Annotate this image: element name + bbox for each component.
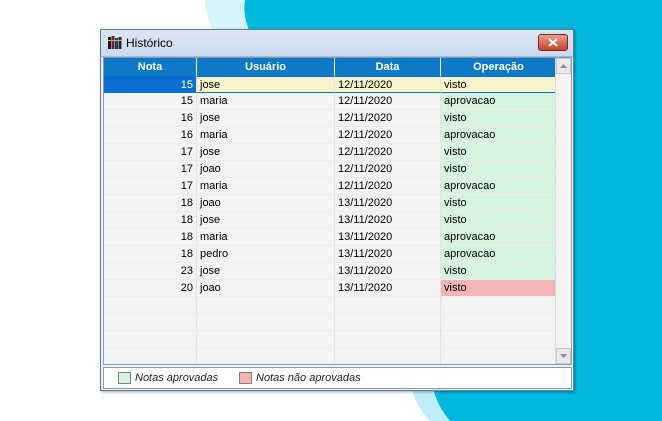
table-cell-operacao[interactable]: visto [441, 280, 557, 297]
table-cell-operacao[interactable]: aprovacao [441, 127, 557, 144]
empty-cell [197, 314, 335, 331]
table-cell-operacao[interactable]: visto [441, 263, 557, 280]
table-cell-operacao[interactable]: visto [441, 144, 557, 161]
table-cell-usuario[interactable]: jose [197, 212, 335, 229]
empty-cell [441, 314, 557, 331]
header-col-operacao[interactable]: Operação [441, 58, 557, 76]
table-cell-data[interactable]: 13/11/2020 [335, 246, 441, 263]
table-cell-operacao[interactable]: aprovacao [441, 246, 557, 263]
table-cell-usuario[interactable]: jose [197, 110, 335, 127]
scroll-down-button[interactable] [556, 348, 571, 364]
table-cell-usuario[interactable]: jose [197, 76, 335, 93]
table-cell-operacao[interactable]: visto [441, 161, 557, 178]
scroll-up-button[interactable] [556, 58, 571, 74]
table-cell-data[interactable]: 12/11/2020 [335, 127, 441, 144]
empty-cell [104, 331, 197, 348]
table-cell-data[interactable]: 12/11/2020 [335, 144, 441, 161]
empty-cell [197, 348, 335, 364]
table-cell-data[interactable]: 13/11/2020 [335, 212, 441, 229]
table-cell-operacao[interactable]: visto [441, 110, 557, 127]
header-col-nota[interactable]: Nota [104, 58, 197, 76]
window-titlebar[interactable]: Histórico [101, 30, 573, 57]
empty-cell [197, 331, 335, 348]
table-cell-usuario[interactable]: jose [197, 263, 335, 280]
empty-cell [104, 348, 197, 364]
header-col-data[interactable]: Data [335, 58, 441, 76]
table-cell-usuario[interactable]: maria [197, 93, 335, 110]
table-cell-nota[interactable]: 20 [104, 280, 197, 297]
books-icon [108, 36, 122, 49]
rejected-swatch [239, 372, 252, 384]
history-grid[interactable]: Nota Usuário Data Operação 15 jose 12/11/2020 v… [103, 57, 572, 365]
table-cell-nota[interactable]: 15 [104, 93, 197, 110]
empty-cell [104, 297, 197, 314]
table-cell-data[interactable]: 12/11/2020 [335, 178, 441, 195]
table-cell-data[interactable]: 13/11/2020 [335, 263, 441, 280]
legend-bar: Notas aprovadas Notas não aprovadas [103, 367, 572, 389]
table-cell-nota[interactable]: 18 [104, 212, 197, 229]
table-cell-operacao[interactable]: aprovacao [441, 93, 557, 110]
empty-cell [335, 348, 441, 364]
empty-cell [104, 314, 197, 331]
empty-cell [335, 297, 441, 314]
window-title: Histórico [126, 36, 173, 50]
table-cell-operacao[interactable]: aprovacao [441, 178, 557, 195]
approved-swatch [118, 372, 131, 384]
table-cell-nota[interactable]: 16 [104, 127, 197, 144]
empty-cell [335, 314, 441, 331]
table-cell-nota[interactable]: 18 [104, 246, 197, 263]
table-cell-nota[interactable]: 18 [104, 229, 197, 246]
arrow-up-icon [560, 64, 567, 68]
table-cell-data[interactable]: 12/11/2020 [335, 161, 441, 178]
header-col-usuario[interactable]: Usuário [197, 58, 335, 76]
empty-cell [441, 348, 557, 364]
table-cell-usuario[interactable]: jose [197, 144, 335, 161]
table-cell-data[interactable]: 13/11/2020 [335, 195, 441, 212]
table-cell-data[interactable]: 12/11/2020 [335, 93, 441, 110]
table-cell-usuario[interactable]: pedro [197, 246, 335, 263]
table-cell-nota[interactable]: 16 [104, 110, 197, 127]
empty-cell [197, 297, 335, 314]
table-cell-usuario[interactable]: maria [197, 127, 335, 144]
empty-cell [441, 297, 557, 314]
table-cell-usuario[interactable]: maria [197, 178, 335, 195]
table-cell-data[interactable]: 13/11/2020 [335, 280, 441, 297]
table-cell-nota[interactable]: 17 [104, 161, 197, 178]
table-cell-operacao[interactable]: visto [441, 76, 557, 93]
empty-cell [441, 331, 557, 348]
close-button[interactable] [538, 34, 568, 51]
arrow-down-icon [560, 354, 567, 358]
table-cell-usuario[interactable]: joao [197, 280, 335, 297]
table-cell-nota[interactable]: 17 [104, 178, 197, 195]
table-cell-operacao[interactable]: visto [441, 195, 557, 212]
table-cell-data[interactable]: 12/11/2020 [335, 76, 441, 93]
table-cell-data[interactable]: 12/11/2020 [335, 110, 441, 127]
table-cell-operacao[interactable]: aprovacao [441, 229, 557, 246]
table-cell-operacao[interactable]: visto [441, 212, 557, 229]
table-cell-nota[interactable]: 15 [104, 76, 197, 93]
close-icon [548, 38, 558, 47]
table-cell-usuario[interactable]: joao [197, 161, 335, 178]
table-cell-usuario[interactable]: maria [197, 229, 335, 246]
table-cell-usuario[interactable]: joao [197, 195, 335, 212]
empty-cell [335, 331, 441, 348]
rejected-legend-label: Notas não aprovadas [256, 372, 361, 384]
table-cell-nota[interactable]: 23 [104, 263, 197, 280]
vertical-scrollbar[interactable] [555, 58, 571, 364]
table-cell-nota[interactable]: 17 [104, 144, 197, 161]
approved-legend-label: Notas aprovadas [135, 372, 219, 384]
table-cell-nota[interactable]: 18 [104, 195, 197, 212]
table-cell-data[interactable]: 13/11/2020 [335, 229, 441, 246]
historico-window: Histórico Nota Usuário Data Operação 15 jose 1… [100, 29, 574, 391]
